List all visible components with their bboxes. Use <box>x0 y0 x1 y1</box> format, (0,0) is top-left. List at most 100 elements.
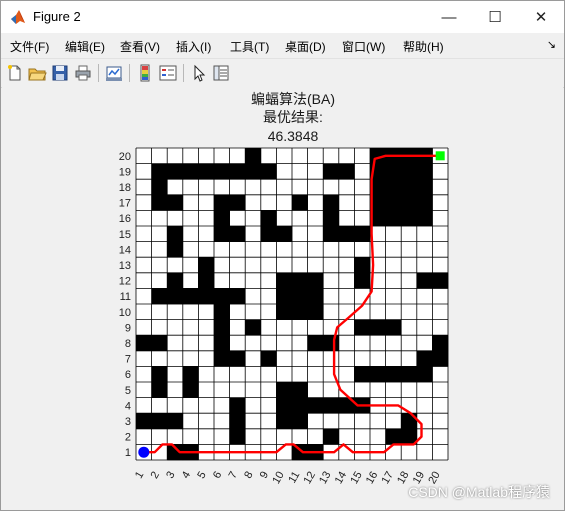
obstacle-cell <box>307 288 324 305</box>
obstacle-cell <box>385 179 402 196</box>
obstacle-cell <box>198 257 215 274</box>
obstacle-cell <box>260 210 277 227</box>
obstacle-cell <box>198 288 215 305</box>
obstacle-cell <box>354 272 371 289</box>
obstacle-cell <box>182 382 199 398</box>
x-tick-label: 7 <box>227 470 240 481</box>
menu-view[interactable]: 查看(V) <box>120 38 160 55</box>
obstacle-cell <box>214 194 230 211</box>
obstacle-cell <box>260 226 277 242</box>
obstacle-cell <box>432 350 449 367</box>
title-bar[interactable]: Figure 2 — ☐ ✕ <box>1 1 564 33</box>
edit-plot-arrow-icon[interactable] <box>189 63 209 83</box>
obstacle-cell <box>214 319 230 336</box>
obstacle-cell <box>370 366 386 383</box>
obstacle-cell <box>198 163 215 180</box>
close-icon: ✕ <box>534 9 548 26</box>
x-tick-label: 1 <box>133 470 146 481</box>
menu-help[interactable]: 帮助(H) <box>403 38 444 55</box>
link-plot-icon[interactable] <box>104 63 124 83</box>
y-tick-label: 5 <box>125 385 131 397</box>
plot-title-line2: 最优结果: <box>263 109 323 125</box>
menu-tools[interactable]: 工具(T) <box>230 38 269 55</box>
obstacle-cell <box>229 163 246 180</box>
obstacle-cell <box>276 304 293 320</box>
menu-bar: 文件(F) 编辑(E) 查看(V) 插入(I) 工具(T) 桌面(D) 窗口(W… <box>1 34 564 56</box>
bat-algorithm-path-plot[interactable]: 蝙蝠算法(BA) 最优结果: 46.3848 1 2 3 4 5 6 7 8 9 10 11 12 13… <box>2 87 563 509</box>
figure-window: Figure 2 — ☐ ✕ 文件(F) 编辑(E) 查看(V) 插入(I) 工… <box>0 0 565 511</box>
y-tick-label: 18 <box>119 182 131 194</box>
y-tick-label: 9 <box>125 322 131 334</box>
obstacle-cell <box>292 304 308 320</box>
x-tick-label: 15 <box>348 470 365 487</box>
menu-window[interactable]: 窗口(W) <box>342 38 385 55</box>
maximize-button[interactable]: ☐ <box>472 1 518 33</box>
obstacle-cell <box>385 210 402 227</box>
obstacle-cell <box>214 210 230 227</box>
x-tick-label: 14 <box>333 470 350 487</box>
obstacle-cell <box>167 163 184 180</box>
obstacle-cell <box>167 413 184 430</box>
obstacle-cell <box>292 382 308 398</box>
obstacle-cell <box>151 179 168 196</box>
obstacle-cell <box>323 194 340 211</box>
obstacle-cell <box>276 272 293 289</box>
menu-insert[interactable]: 插入(I) <box>176 38 211 55</box>
save-icon[interactable] <box>50 63 70 83</box>
property-inspector-icon[interactable] <box>211 63 231 83</box>
insert-legend-icon[interactable] <box>158 63 178 83</box>
x-tick-label: 9 <box>258 470 271 481</box>
obstacle-cell <box>401 210 418 227</box>
obstacle-cell <box>416 194 433 211</box>
obstacle-cell <box>292 397 308 414</box>
obstacle-cell <box>182 288 199 305</box>
obstacle-cell <box>245 148 262 164</box>
obstacle-cell <box>229 194 246 211</box>
obstacle-cell <box>323 210 340 227</box>
obstacle-cell <box>151 382 168 398</box>
grid-lines <box>135 147 449 461</box>
y-tick-label: 6 <box>125 369 131 381</box>
obstacle-cell <box>245 163 262 180</box>
obstacle-cell <box>323 163 340 180</box>
new-figure-icon[interactable] <box>5 63 25 83</box>
obstacle-cell <box>292 194 308 211</box>
figure-canvas[interactable]: 蝙蝠算法(BA) 最优结果: 46.3848 1 2 3 4 5 6 7 8 9 10 11 12 13… <box>2 87 563 509</box>
x-tick-label: 12 <box>301 470 318 487</box>
x-tick-label: 3 <box>164 470 177 481</box>
obstacle-cell <box>416 366 433 383</box>
x-tick-label: 13 <box>317 470 334 487</box>
obstacle-cell <box>307 272 324 289</box>
obstacle-cell <box>229 397 246 414</box>
obstacle-cell <box>229 288 246 305</box>
obstacle-cell <box>276 397 293 414</box>
maximize-icon: ☐ <box>488 9 502 26</box>
obstacle-cell <box>182 163 199 180</box>
x-tick-label: 5 <box>195 470 208 481</box>
open-file-icon[interactable] <box>27 63 47 83</box>
menu-file[interactable]: 文件(F) <box>10 38 49 55</box>
obstacle-cell <box>260 350 277 367</box>
plot-title-line3: 46.3848 <box>268 128 319 144</box>
print-icon[interactable] <box>73 63 93 83</box>
obstacle-cell <box>151 194 168 211</box>
menu-overflow-icon[interactable]: ↘ <box>547 38 556 51</box>
y-tick-label: 20 <box>119 151 131 163</box>
insert-colorbar-icon[interactable] <box>135 63 155 83</box>
menu-desktop[interactable]: 桌面(D) <box>285 38 326 55</box>
y-tick-labels: 1234567891011121314151617181920 <box>119 151 131 459</box>
close-button[interactable]: ✕ <box>518 1 564 33</box>
y-tick-label: 2 <box>125 432 131 444</box>
matlab-logo-icon <box>11 10 25 24</box>
obstacle-cell <box>354 226 371 242</box>
obstacle-cell <box>229 226 246 242</box>
y-tick-label: 11 <box>120 291 131 303</box>
obstacle-cell <box>214 226 230 242</box>
obstacle-cell <box>214 288 230 305</box>
obstacle-cell <box>338 163 355 180</box>
menu-edit[interactable]: 编辑(E) <box>65 38 105 55</box>
obstacle-cell <box>167 272 184 289</box>
minimize-button[interactable]: — <box>426 1 472 33</box>
obstacle-cell <box>401 163 418 180</box>
obstacle-cell <box>385 163 402 180</box>
